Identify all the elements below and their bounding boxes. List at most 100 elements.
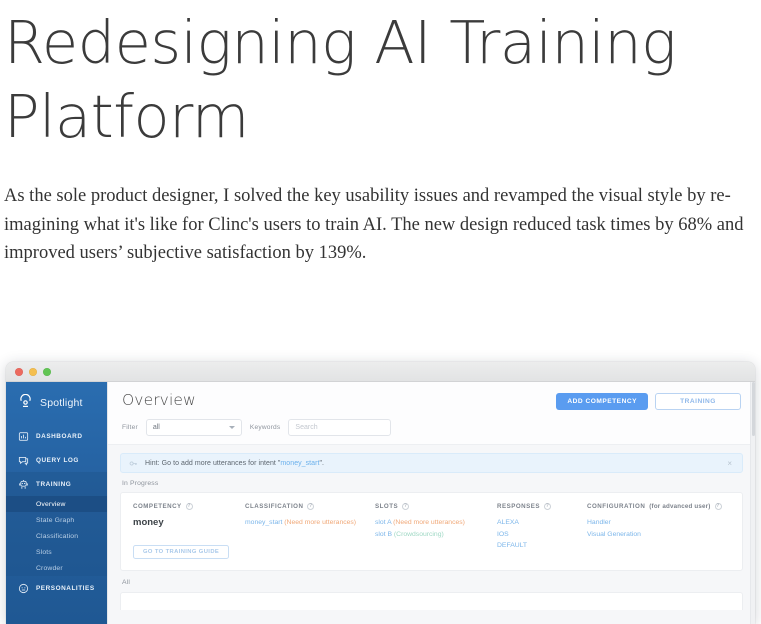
competency-name: money xyxy=(133,517,164,528)
slot-link[interactable]: slot B xyxy=(375,531,392,538)
column-heading: SLOTS ? xyxy=(375,503,489,510)
configuration-link[interactable]: Handler xyxy=(587,519,611,526)
classification-note: (Need more utterances) xyxy=(284,519,357,526)
sidebar-item-label: QUERY LOG xyxy=(36,456,79,464)
sidebar-subitem-classification[interactable]: Classification xyxy=(6,528,107,544)
sidebar-item-dashboard[interactable]: DASHBOARD xyxy=(6,424,107,448)
list-item: DEFAULT xyxy=(497,540,579,552)
sidebar: Spotlight DASHBOARD QUERY LOG TRAINING O… xyxy=(6,382,107,624)
filter-row: Filter all Keywords Search xyxy=(122,419,741,436)
scrollbar-thumb[interactable] xyxy=(752,382,755,436)
hint-intent-link[interactable]: money_start xyxy=(280,460,319,467)
hint-text-after: ". xyxy=(319,459,325,467)
column-slots: SLOTS ? slot A (Need more utterances) sl… xyxy=(375,503,497,559)
slot-note: (Need more utterances) xyxy=(393,519,465,526)
competency-card: COMPETENCY ? money GO TO TRAINING GUIDE … xyxy=(120,492,743,571)
comment-lines-icon xyxy=(18,455,29,466)
minimize-traffic-light[interactable] xyxy=(29,367,37,376)
list-item: IOS xyxy=(497,529,579,541)
configuration-link[interactable]: Visual Generation xyxy=(587,531,641,538)
sidebar-subitem-overview[interactable]: Overview xyxy=(6,496,107,512)
window-titlebar xyxy=(6,362,755,382)
next-card-placeholder xyxy=(120,592,743,610)
training-button[interactable]: TRAINING xyxy=(655,393,741,410)
sidebar-item-training[interactable]: TRAINING xyxy=(6,472,107,496)
column-heading: CLASSIFICATION ? xyxy=(245,503,367,510)
slot-link[interactable]: slot A xyxy=(375,519,391,526)
help-icon[interactable]: ? xyxy=(402,503,410,510)
search-placeholder: Search xyxy=(295,424,318,431)
list-item: slot A (Need more utterances) xyxy=(375,517,489,529)
brand-name: Spotlight xyxy=(40,396,83,409)
main-header: Overview ADD COMPETENCY TRAINING Filter … xyxy=(108,382,755,445)
sidebar-subitem-label: Crowder xyxy=(36,564,63,572)
section-in-progress-label: In Progress xyxy=(122,480,159,487)
sidebar-subitem-crowder[interactable]: Crowder xyxy=(6,560,107,576)
sidebar-item-query-log[interactable]: QUERY LOG xyxy=(6,448,107,472)
sidebar-subitem-label: Overview xyxy=(36,500,66,508)
column-heading-label: CONFIGURATION xyxy=(587,503,646,510)
sidebar-subitem-slots[interactable]: Slots xyxy=(6,544,107,560)
chart-bars-icon xyxy=(18,431,29,442)
sidebar-subitem-state-graph[interactable]: State Graph xyxy=(6,512,107,528)
sidebar-item-personalities[interactable]: PERSONALITIES xyxy=(6,576,107,600)
hint-text: Hint: Go to add more utterances for inte… xyxy=(145,460,718,467)
section-all-label: All xyxy=(122,579,131,586)
hint-text-before: Hint: Go to add more utterances for inte… xyxy=(145,459,281,467)
view-title: Overview xyxy=(122,391,196,409)
column-heading-suffix: (for advanced user) xyxy=(649,503,711,510)
sidebar-subitem-label: Slots xyxy=(36,548,52,556)
go-to-training-guide-button[interactable]: GO TO TRAINING GUIDE xyxy=(133,545,230,559)
help-icon[interactable]: ? xyxy=(714,503,722,510)
slot-note: (Crowdsourcing) xyxy=(393,530,444,538)
page-intro-paragraph: As the sole product designer, I solved t… xyxy=(4,186,744,263)
column-configuration: CONFIGURATION (for advanced user) ? Hand… xyxy=(587,503,730,559)
browser-window-mockup: Spotlight DASHBOARD QUERY LOG TRAINING O… xyxy=(6,362,755,624)
list-item: Handler xyxy=(587,517,722,529)
close-traffic-light[interactable] xyxy=(15,367,23,376)
help-icon[interactable]: ? xyxy=(185,503,193,510)
column-competency: COMPETENCY ? money GO TO TRAINING GUIDE xyxy=(133,503,245,559)
sidebar-subitem-label: Classification xyxy=(36,532,79,540)
sidebar-item-label: DASHBOARD xyxy=(36,432,83,440)
vertical-scrollbar[interactable] xyxy=(750,382,755,624)
help-icon[interactable]: ? xyxy=(544,503,552,510)
filter-select[interactable]: all xyxy=(145,419,242,436)
help-icon[interactable]: ? xyxy=(307,503,315,510)
column-heading: CONFIGURATION (for advanced user) ? xyxy=(587,503,722,510)
response-link[interactable]: DEFAULT xyxy=(497,542,527,549)
list-item: Visual Generation xyxy=(587,529,722,541)
close-icon[interactable]: × xyxy=(725,459,734,468)
column-heading: COMPETENCY ? xyxy=(133,503,237,510)
sidebar-item-label: TRAINING xyxy=(36,480,72,488)
content-area: Hint: Go to add more utterances for inte… xyxy=(108,445,755,610)
face-circle-icon xyxy=(18,583,29,594)
robot-icon xyxy=(18,479,29,490)
chevron-down-icon xyxy=(228,426,235,429)
column-heading-label: COMPETENCY xyxy=(133,503,182,510)
page-title: Redesigning AI Training Platform xyxy=(4,8,677,151)
app-body: Spotlight DASHBOARD QUERY LOG TRAINING O… xyxy=(6,382,755,624)
column-classification: CLASSIFICATION ? money_start (Need more … xyxy=(245,503,375,559)
add-competency-button[interactable]: ADD COMPETENCY xyxy=(556,393,648,410)
column-responses: RESPONSES ? ALEXA IOS DEFAULT xyxy=(497,503,587,559)
response-link[interactable]: IOS xyxy=(497,531,509,538)
zoom-traffic-light[interactable] xyxy=(43,367,51,376)
keywords-label: Keywords xyxy=(249,424,281,431)
classification-link[interactable]: money_start xyxy=(245,519,282,526)
filter-select-value: all xyxy=(152,424,160,431)
sidebar-subitem-label: State Graph xyxy=(36,516,75,524)
list-item: ALEXA xyxy=(497,517,579,529)
sidebar-item-label: PERSONALITIES xyxy=(36,584,95,592)
list-item: money_start (Need more utterances) xyxy=(245,517,367,529)
brand[interactable]: Spotlight xyxy=(6,382,107,424)
column-heading-label: RESPONSES xyxy=(497,503,541,510)
response-link[interactable]: ALEXA xyxy=(497,519,519,526)
column-heading-label: CLASSIFICATION xyxy=(245,503,304,510)
main-panel: Overview ADD COMPETENCY TRAINING Filter … xyxy=(107,382,755,624)
filter-label: Filter xyxy=(122,424,138,431)
column-heading: RESPONSES ? xyxy=(497,503,579,510)
search-input[interactable]: Search xyxy=(288,419,392,436)
key-icon xyxy=(129,459,138,468)
training-subnav: Overview State Graph Classification Slot… xyxy=(6,496,107,576)
